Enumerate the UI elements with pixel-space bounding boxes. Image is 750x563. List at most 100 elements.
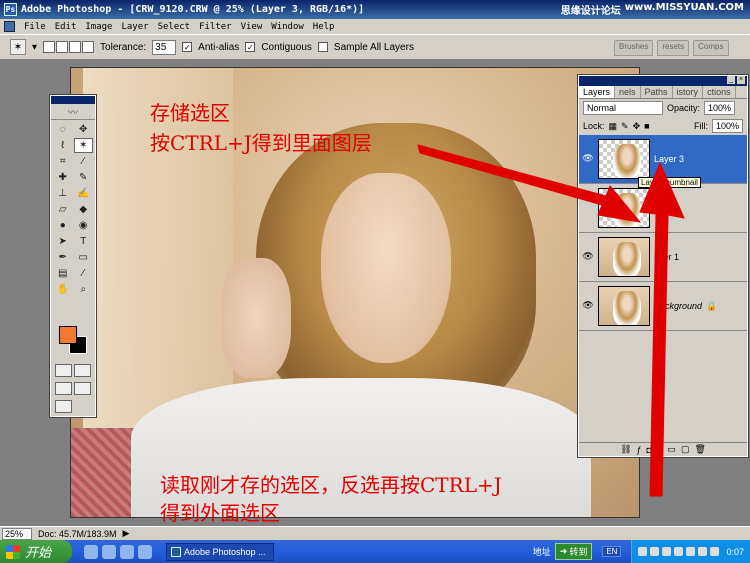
lock-transparency-icon[interactable]: ▦ bbox=[609, 121, 618, 132]
move-tool-icon[interactable]: ✥ bbox=[74, 122, 94, 137]
standard-mode-button[interactable] bbox=[55, 364, 72, 377]
sample-all-layers-checkbox[interactable] bbox=[317, 42, 328, 52]
magic-wand-tool-icon[interactable]: ✶ bbox=[73, 138, 93, 153]
layer-row-background[interactable]: 👁 Background 🔒 bbox=[579, 282, 747, 331]
trash-icon[interactable]: 🗑 bbox=[694, 444, 705, 455]
lock-position-icon[interactable]: ✥ bbox=[633, 121, 641, 132]
menu-filter[interactable]: Filter bbox=[199, 22, 232, 32]
crop-tool-icon[interactable]: ⌗ bbox=[53, 154, 73, 169]
screen-mode-full-button[interactable] bbox=[74, 382, 91, 395]
layer-thumbnail[interactable] bbox=[598, 286, 650, 326]
tab-presets[interactable]: resets bbox=[657, 40, 690, 56]
opacity-input[interactable]: 100% bbox=[704, 101, 736, 115]
start-button[interactable]: 开始 bbox=[0, 540, 72, 563]
fill-input[interactable]: 100% bbox=[711, 119, 743, 133]
eye-icon[interactable] bbox=[582, 202, 594, 214]
layers-title-bar[interactable]: _ × bbox=[579, 76, 747, 86]
tray-icon[interactable] bbox=[698, 547, 708, 556]
tab-actions[interactable]: ctions bbox=[703, 86, 736, 98]
tab-paths[interactable]: Paths bbox=[641, 86, 673, 98]
screen-mode-standard-button[interactable] bbox=[55, 382, 72, 395]
go-button[interactable]: ➜ 转到 bbox=[554, 543, 593, 560]
subtract-selection-button[interactable] bbox=[69, 41, 82, 53]
new-selection-button[interactable] bbox=[43, 41, 56, 53]
mask-icon[interactable]: ◘ bbox=[647, 445, 652, 455]
eraser-tool-icon[interactable]: ▱ bbox=[53, 202, 73, 217]
toolbox-title-bar[interactable] bbox=[51, 96, 95, 104]
status-arrow-icon[interactable]: ▶ bbox=[123, 528, 130, 539]
magic-wand-icon[interactable]: ✶ bbox=[10, 39, 26, 55]
healing-brush-icon[interactable]: ✚ bbox=[53, 170, 73, 185]
tab-history[interactable]: istory bbox=[673, 86, 704, 98]
eye-icon[interactable]: 👁 bbox=[582, 300, 594, 312]
marquee-tool-icon[interactable]: ◌ bbox=[53, 122, 73, 137]
brush-tool-icon[interactable]: ✎ bbox=[74, 170, 94, 185]
eye-icon[interactable]: 👁 bbox=[582, 153, 594, 165]
minimize-icon[interactable]: _ bbox=[727, 76, 735, 84]
feather-logo-icon[interactable]: 〰 bbox=[51, 104, 95, 120]
tab-brushes[interactable]: Brushes bbox=[614, 40, 654, 56]
shape-tool-icon[interactable]: ▭ bbox=[74, 250, 94, 265]
tolerance-input[interactable] bbox=[152, 39, 177, 55]
blur-tool-icon[interactable]: ● bbox=[53, 218, 73, 233]
pen-tool-icon[interactable]: ✒ bbox=[53, 250, 73, 265]
menu-file[interactable]: File bbox=[24, 22, 46, 32]
eye-icon[interactable]: 👁 bbox=[582, 251, 594, 263]
menu-window[interactable]: Window bbox=[271, 22, 304, 32]
tab-channels[interactable]: nels bbox=[615, 86, 641, 98]
menu-layer[interactable]: Layer bbox=[121, 22, 148, 32]
notes-tool-icon[interactable]: ▤ bbox=[53, 266, 73, 281]
layer-thumbnail[interactable] bbox=[598, 139, 650, 179]
dodge-tool-icon[interactable]: ◉ bbox=[74, 218, 94, 233]
layer-thumbnail[interactable] bbox=[598, 188, 650, 228]
lasso-tool-icon[interactable]: ℓ bbox=[53, 138, 73, 153]
foreground-color-swatch[interactable] bbox=[59, 326, 77, 344]
tray-icon[interactable] bbox=[710, 547, 720, 556]
menu-edit[interactable]: Edit bbox=[55, 22, 77, 32]
tray-icon[interactable] bbox=[662, 547, 672, 556]
type-tool-icon[interactable]: T bbox=[74, 234, 94, 249]
tool-preset-chevron-icon[interactable]: ▾ bbox=[32, 42, 37, 53]
blend-mode-select[interactable]: Normal bbox=[583, 101, 663, 115]
zoom-field[interactable]: 25% bbox=[2, 527, 32, 540]
quick-launch-icon[interactable] bbox=[138, 544, 152, 559]
language-indicator[interactable]: EN bbox=[602, 546, 622, 557]
clone-stamp-icon[interactable]: ⊥ bbox=[53, 186, 73, 201]
lock-all-icon[interactable]: ■ bbox=[644, 121, 649, 131]
hand-tool-icon[interactable]: ✋ bbox=[53, 282, 73, 297]
menu-help[interactable]: Help bbox=[313, 22, 335, 32]
tab-layers[interactable]: Layers bbox=[579, 86, 616, 98]
quick-launch-icon[interactable] bbox=[120, 544, 134, 559]
jump-to-imageready-button[interactable] bbox=[55, 400, 72, 413]
document-menu-icon[interactable] bbox=[4, 21, 15, 32]
layer-row-layer-3[interactable]: 👁 Layer 3 Layer thumbnail bbox=[579, 135, 747, 188]
tray-icon[interactable] bbox=[638, 547, 648, 556]
quick-launch-icon[interactable] bbox=[84, 544, 98, 559]
link-icon[interactable]: ⛓ bbox=[620, 444, 631, 455]
zoom-tool-icon[interactable]: ⌕ bbox=[74, 282, 94, 297]
new-layer-icon[interactable]: ▢ bbox=[681, 444, 690, 455]
menu-select[interactable]: Select bbox=[158, 22, 191, 32]
tab-comps[interactable]: Comps bbox=[693, 40, 729, 56]
layer-thumbnail[interactable] bbox=[598, 237, 650, 277]
intersect-selection-button[interactable] bbox=[82, 41, 95, 53]
menu-view[interactable]: View bbox=[241, 22, 263, 32]
anti-alias-checkbox[interactable]: ✓ bbox=[182, 42, 193, 52]
layer-style-icon[interactable]: ƒ bbox=[637, 445, 642, 455]
lock-paint-icon[interactable]: ✎ bbox=[621, 121, 629, 132]
tray-icon[interactable] bbox=[650, 547, 660, 556]
path-select-icon[interactable]: ➤ bbox=[53, 234, 73, 249]
close-icon[interactable]: × bbox=[737, 76, 745, 84]
paint-bucket-icon[interactable]: ◆ bbox=[74, 202, 94, 217]
tray-icon[interactable] bbox=[686, 547, 696, 556]
history-brush-icon[interactable]: ✍ bbox=[74, 186, 94, 201]
layer-row-layer-1[interactable]: 👁 ayer 1 bbox=[579, 233, 747, 282]
tray-icon[interactable] bbox=[674, 547, 684, 556]
menu-image[interactable]: Image bbox=[85, 22, 112, 32]
slice-tool-icon[interactable]: ⁄ bbox=[74, 154, 94, 169]
quick-mask-button[interactable] bbox=[74, 364, 91, 377]
taskbar-photoshop[interactable]: Adobe Photoshop ... bbox=[166, 542, 274, 561]
quick-launch-icon[interactable] bbox=[102, 544, 116, 559]
adjustment-icon[interactable]: ◐ bbox=[657, 445, 662, 455]
folder-icon[interactable]: ▭ bbox=[667, 444, 676, 455]
